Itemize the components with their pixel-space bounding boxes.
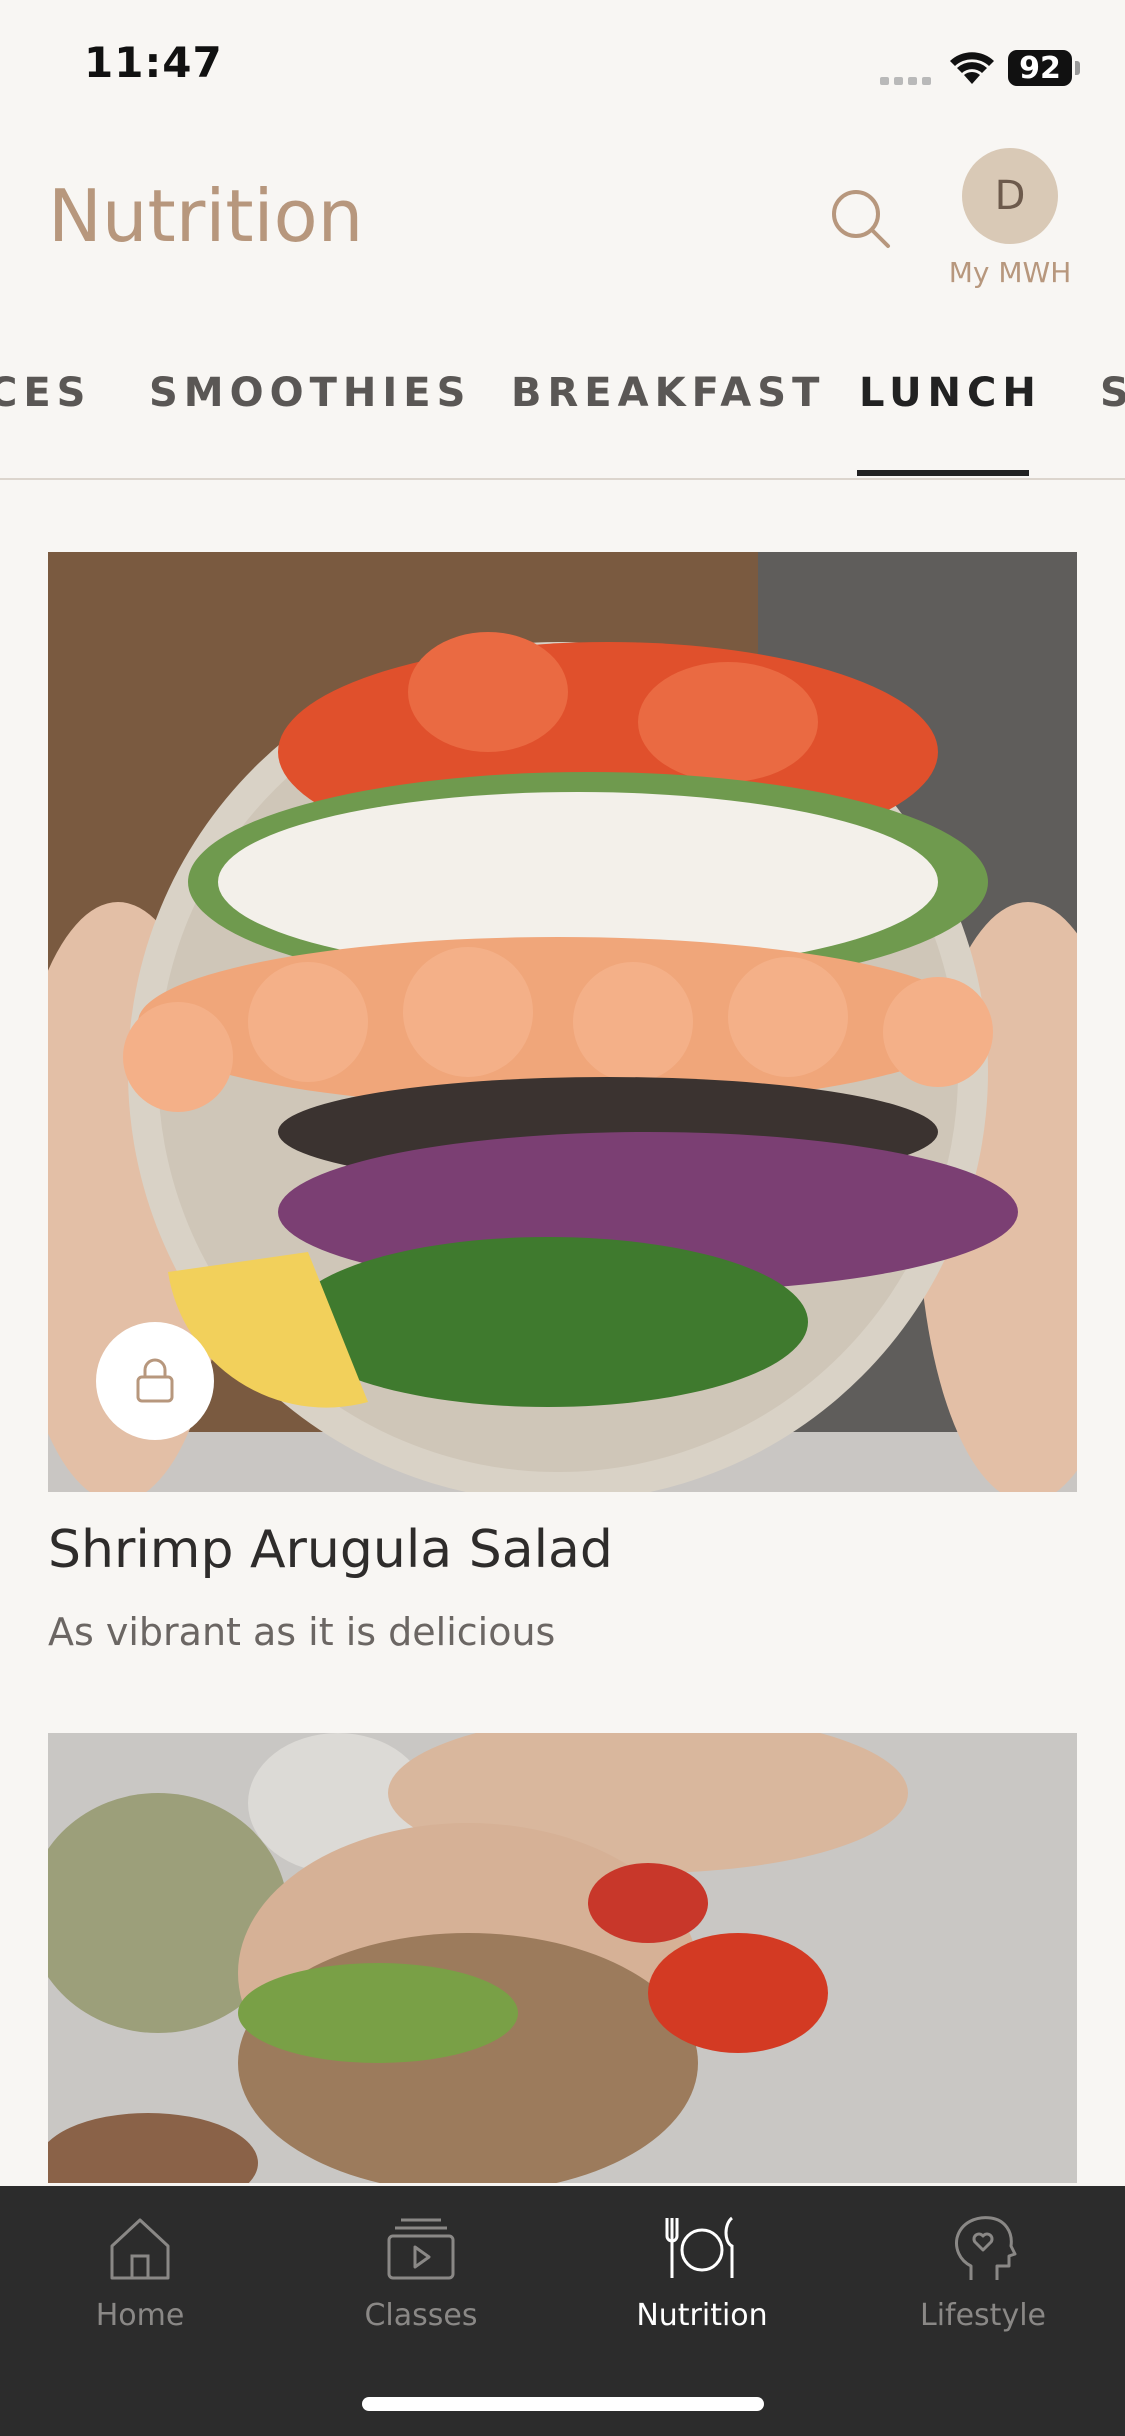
nav-lifestyle[interactable]: Lifestyle xyxy=(863,2210,1103,2333)
video-stack-icon xyxy=(387,2218,455,2280)
tab-lunch[interactable]: LUNCH xyxy=(859,370,1042,416)
status-time: 11:47 xyxy=(84,38,223,87)
category-tabs: CES SMOOTHIES BREAKFAST LUNCH S xyxy=(0,340,1125,480)
cellular-signal-icon xyxy=(880,77,931,85)
battery-indicator: 92 xyxy=(1008,50,1072,86)
nav-home-label: Home xyxy=(95,2298,185,2333)
avatar-label: My MWH xyxy=(948,256,1072,289)
nav-nutrition[interactable]: Nutrition xyxy=(582,2210,822,2333)
nav-nutrition-label: Nutrition xyxy=(636,2298,768,2333)
tab-smoothies[interactable]: SMOOTHIES xyxy=(149,370,471,416)
battery-tip xyxy=(1075,61,1080,75)
lock-button[interactable] xyxy=(96,1322,214,1440)
header: Nutrition D My MWH xyxy=(0,140,1125,300)
lock-icon xyxy=(136,1358,174,1403)
tab-breakfast[interactable]: BREAKFAST xyxy=(511,370,825,416)
nav-home[interactable]: Home xyxy=(20,2210,260,2333)
plate-cutlery-icon xyxy=(665,2216,734,2278)
search-icon[interactable] xyxy=(824,182,896,254)
nav-classes-label: Classes xyxy=(364,2298,478,2333)
recipe-card[interactable]: Shrimp Arugula Salad As vibrant as it is… xyxy=(48,552,1077,1662)
recipe-subtitle: As vibrant as it is delicious xyxy=(48,1610,556,1654)
recipe-image[interactable] xyxy=(48,1733,1077,2183)
home-indicator xyxy=(362,2397,764,2411)
tab-snacks[interactable]: S xyxy=(1100,370,1125,416)
house-icon xyxy=(110,2218,170,2280)
nav-lifestyle-label: Lifestyle xyxy=(919,2298,1046,2333)
nav-classes[interactable]: Classes xyxy=(301,2210,541,2333)
recipe-title[interactable]: Shrimp Arugula Salad xyxy=(48,1520,613,1580)
status-bar: 11:47 92 xyxy=(0,0,1125,140)
active-tab-indicator xyxy=(857,470,1029,476)
page-title: Nutrition xyxy=(48,174,364,258)
bottom-nav: Home Classes Nutrition Lifestyle xyxy=(0,2186,1125,2436)
my-mwh-button[interactable]: D My MWH xyxy=(940,148,1080,289)
avatar: D xyxy=(962,148,1058,244)
wifi-icon xyxy=(950,52,994,84)
recipe-image[interactable] xyxy=(48,552,1077,1492)
head-heart-icon xyxy=(955,2216,1017,2280)
tab-sauces[interactable]: CES xyxy=(0,370,92,416)
